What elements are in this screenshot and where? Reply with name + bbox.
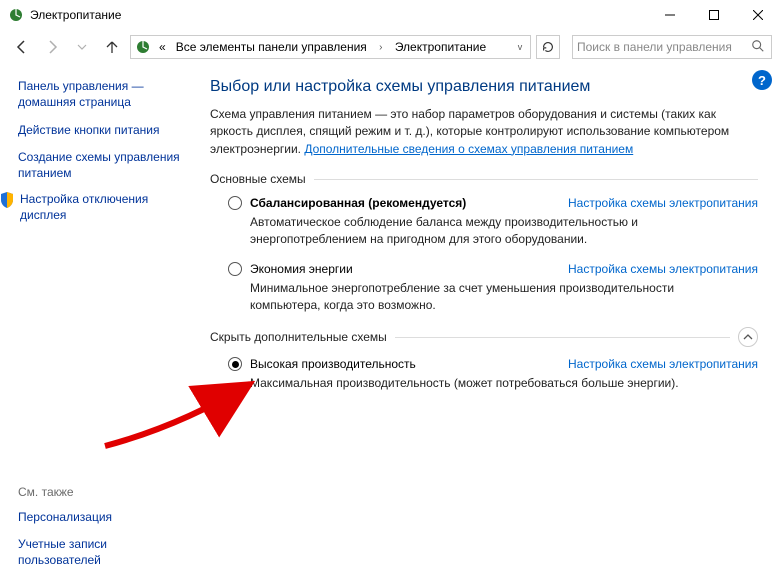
maximize-button[interactable] (692, 0, 736, 30)
radio-icon (228, 357, 242, 371)
page-description: Схема управления питанием — это набор па… (210, 106, 758, 158)
recent-dropdown-icon[interactable] (70, 35, 94, 59)
plan-power-saver-settings-link[interactable]: Настройка схемы электропитания (568, 262, 758, 276)
sidebar: Панель управления — домашняя страница Де… (0, 64, 200, 588)
refresh-button[interactable] (536, 35, 560, 59)
section-additional-plans-header: Скрыть дополнительные схемы (210, 327, 758, 347)
sidebar-link-user-accounts[interactable]: Учетные записи пользователей (18, 536, 190, 568)
chevron-right-icon[interactable]: › (373, 42, 389, 53)
up-button[interactable] (100, 35, 124, 59)
sidebar-home-link[interactable]: Панель управления — домашняя страница (18, 78, 190, 110)
close-button[interactable] (736, 0, 780, 30)
plan-power-saver-radio[interactable]: Экономия энергии (228, 262, 353, 276)
see-also-heading: См. также (18, 485, 190, 499)
plan-high-performance-radio[interactable]: Высокая производительность (228, 357, 416, 371)
address-icon (135, 39, 151, 55)
search-icon[interactable] (751, 39, 767, 55)
collapse-button[interactable] (738, 327, 758, 347)
breadcrumb-item-2[interactable]: Электропитание (391, 38, 490, 56)
plan-balanced-desc: Автоматическое соблюдение баланса между … (250, 214, 720, 248)
sidebar-link-button-action[interactable]: Действие кнопки питания (18, 122, 190, 138)
page-title: Выбор или настройка схемы управления пит… (210, 78, 758, 96)
section-basic-plans-header: Основные схемы (210, 172, 758, 186)
radio-icon (228, 262, 242, 276)
address-bar[interactable]: « Все элементы панели управления › Элект… (130, 35, 531, 59)
sidebar-link-personalization[interactable]: Персонализация (18, 509, 190, 525)
plan-power-saver-desc: Минимальное энергопотребление за счет ум… (250, 280, 720, 314)
plan-balanced-settings-link[interactable]: Настройка схемы электропитания (568, 196, 758, 210)
plan-high-performance: Высокая производительность Настройка схе… (228, 357, 758, 392)
minimize-button[interactable] (648, 0, 692, 30)
chevron-up-icon (743, 332, 753, 342)
radio-icon (228, 196, 242, 210)
plan-power-saver: Экономия энергии Настройка схемы электро… (228, 262, 758, 314)
sidebar-link-display-off[interactable]: Настройка отключения дисплея (0, 191, 190, 223)
window-title: Электропитание (30, 8, 648, 22)
forward-button[interactable] (40, 35, 64, 59)
search-input[interactable] (577, 40, 751, 54)
plan-balanced: Сбалансированная (рекомендуется) Настрой… (228, 196, 758, 248)
help-icon[interactable]: ? (752, 70, 772, 90)
nav-bar: « Все элементы панели управления › Элект… (0, 30, 782, 64)
plan-high-performance-settings-link[interactable]: Настройка схемы электропитания (568, 357, 758, 371)
app-icon (8, 7, 24, 23)
shield-icon (0, 192, 14, 208)
content-pane: ? Выбор или настройка схемы управления п… (200, 64, 782, 588)
breadcrumb-item-1[interactable]: Все элементы панели управления (172, 38, 371, 56)
title-bar: Электропитание (0, 0, 782, 30)
breadcrumb-prefix[interactable]: « (155, 38, 170, 56)
learn-more-link[interactable]: Дополнительные сведения о схемах управле… (304, 142, 633, 156)
sidebar-link-create-plan[interactable]: Создание схемы управления питанием (18, 149, 190, 181)
search-box[interactable] (572, 35, 772, 59)
back-button[interactable] (10, 35, 34, 59)
plan-high-performance-desc: Максимальная производительность (может п… (250, 375, 720, 392)
plan-balanced-radio[interactable]: Сбалансированная (рекомендуется) (228, 196, 466, 210)
address-dropdown-icon[interactable]: v (512, 42, 528, 52)
